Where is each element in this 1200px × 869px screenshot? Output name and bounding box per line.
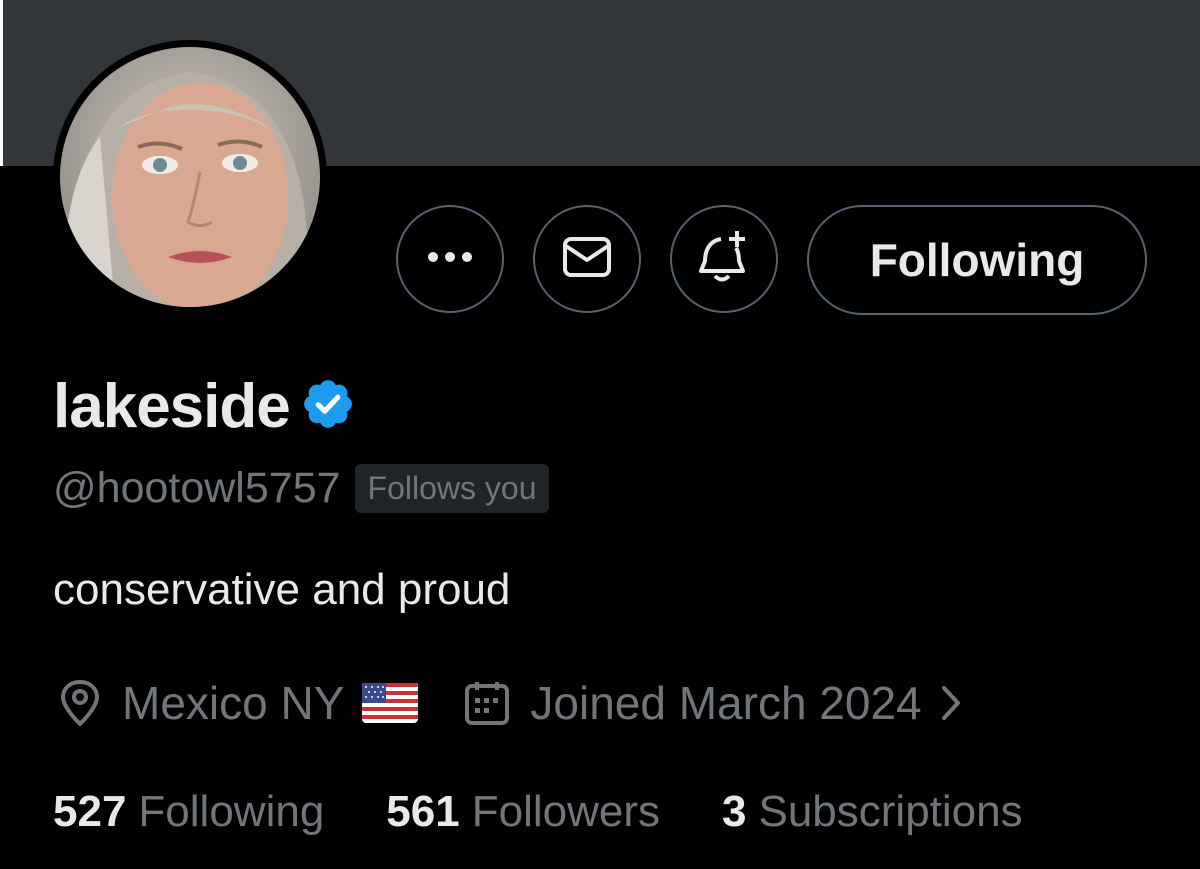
subscriptions-label: Subscriptions xyxy=(758,787,1023,836)
bell-plus-icon xyxy=(697,229,751,290)
profile-meta: Mexico NY Joined March 2024 xyxy=(58,672,962,734)
name-row: lakeside xyxy=(53,370,356,442)
chevron-right-icon xyxy=(940,684,962,722)
mail-icon xyxy=(562,236,612,283)
location: Mexico NY xyxy=(58,676,419,730)
subscriptions-stat[interactable]: 3 Subscriptions xyxy=(722,787,1023,837)
following-stat[interactable]: 527 Following xyxy=(53,787,324,837)
joined-text: Joined March 2024 xyxy=(530,677,922,729)
follows-you-badge: Follows you xyxy=(354,463,550,513)
followers-count: 561 xyxy=(386,787,460,836)
subscriptions-count: 3 xyxy=(722,787,747,836)
handle-row: @hootowl5757 Follows you xyxy=(53,460,550,516)
calendar-icon xyxy=(464,680,510,726)
message-button[interactable] xyxy=(533,205,641,313)
display-name: lakeside xyxy=(53,371,291,441)
handle: @hootowl5757 xyxy=(53,463,341,512)
location-text: Mexico NY xyxy=(122,677,345,729)
following-label: Following xyxy=(138,787,325,836)
following-count: 527 xyxy=(53,787,127,836)
joined-date[interactable]: Joined March 2024 xyxy=(464,676,961,730)
profile-stats: 527 Following 561 Followers 3 Subscripti… xyxy=(53,783,1085,841)
followers-stat[interactable]: 561 Followers xyxy=(386,787,660,837)
banner-edge xyxy=(0,0,3,166)
following-button[interactable]: Following xyxy=(807,205,1147,315)
notifications-button[interactable] xyxy=(670,205,778,313)
more-button[interactable] xyxy=(396,205,504,313)
followers-label: Followers xyxy=(471,787,660,836)
avatar-image xyxy=(60,47,320,307)
us-flag-icon xyxy=(362,683,419,723)
more-icon xyxy=(427,250,473,268)
location-pin-icon xyxy=(58,679,102,727)
bio: conservative and proud xyxy=(53,565,511,614)
verified-badge-icon[interactable] xyxy=(300,376,356,437)
avatar[interactable] xyxy=(53,40,327,314)
